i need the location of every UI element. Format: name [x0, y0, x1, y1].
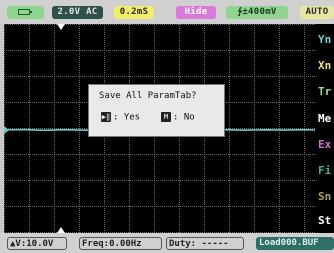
bottom-status-bar: ▲V:10.0V Freq:0.00Hz Duty: ----- Load000… [0, 233, 334, 253]
menu-item-fi[interactable]: Fi [318, 164, 331, 177]
dialog-yes-label: : Yes [113, 112, 141, 123]
buffer-file-readout[interactable]: Load000.BUF [256, 237, 334, 250]
coupling-chip[interactable]: 2.0V AC [52, 6, 103, 19]
grid-line [4, 206, 315, 207]
grid-line [4, 154, 315, 155]
trigger-level-chip[interactable]: ∱±400mV [226, 6, 288, 19]
menu-item-st[interactable]: St [318, 214, 331, 227]
grid-line [4, 180, 315, 181]
duty-readout[interactable]: Duty: ----- [166, 237, 244, 250]
dialog-title: Save All ParamTab? [99, 91, 197, 101]
grid-line [4, 50, 315, 51]
trigger-mode-chip[interactable]: AUTO [300, 6, 334, 19]
dialog-no-label: : No [173, 112, 195, 123]
menu-item-yn[interactable]: Yn [318, 33, 331, 46]
menu-key-icon: M [161, 112, 171, 122]
dialog-yes-option[interactable]: ▶‖: Yes [101, 112, 140, 123]
voltage-readout[interactable]: ▲V:10.0V [7, 237, 67, 250]
battery-icon [18, 9, 32, 15]
battery-indicator [7, 6, 44, 19]
play-pause-key-icon: ▶‖ [101, 112, 111, 122]
timebase-chip[interactable]: 0.2mS [114, 6, 154, 19]
save-paramtab-dialog: Save All ParamTab? ▶‖: Yes M: No [88, 84, 225, 137]
menu-item-ex[interactable]: Ex [318, 138, 331, 151]
scope-screen: Save All ParamTab? ▶‖: Yes M: No [4, 24, 315, 233]
menu-item-me[interactable]: Me [318, 112, 331, 125]
trigger-position-marker-top[interactable] [57, 24, 65, 30]
hide-chip[interactable]: Hide [176, 6, 216, 19]
frequency-readout[interactable]: Freq:0.00Hz [79, 237, 162, 250]
side-menu: Yn Xn Tr Me Ex Fi Sn St [315, 24, 334, 233]
menu-item-xn[interactable]: Xn [318, 59, 331, 72]
top-status-bar: 2.0V AC 0.2mS Hide ∱±400mV AUTO [0, 0, 334, 24]
menu-item-tr[interactable]: Tr [318, 85, 331, 98]
menu-item-sn[interactable]: Sn [318, 190, 331, 203]
dialog-no-option[interactable]: M: No [161, 112, 195, 123]
grid-line [4, 24, 315, 25]
grid-line [4, 76, 315, 77]
